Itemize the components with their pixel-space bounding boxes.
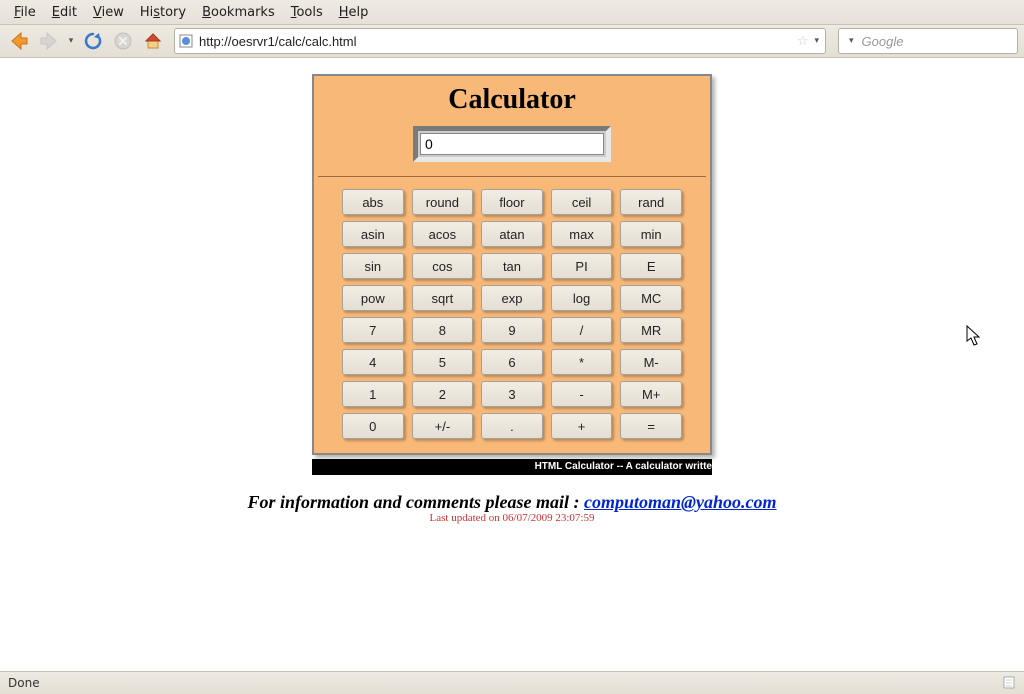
menu-history[interactable]: History bbox=[132, 3, 194, 22]
calc-key-[interactable]: +/- bbox=[412, 413, 474, 439]
menu-file[interactable]: File bbox=[6, 3, 44, 22]
menu-view[interactable]: View bbox=[85, 3, 132, 22]
calc-key-asin[interactable]: asin bbox=[342, 221, 404, 247]
last-updated: Last updated on 06/07/2009 23:07:59 bbox=[0, 512, 1024, 524]
url-input[interactable] bbox=[197, 33, 793, 50]
calc-key-1[interactable]: 1 bbox=[342, 381, 404, 407]
calc-key-e[interactable]: E bbox=[620, 253, 682, 279]
calc-key-sqrt[interactable]: sqrt bbox=[412, 285, 474, 311]
calc-key-min[interactable]: min bbox=[620, 221, 682, 247]
calc-key-tan[interactable]: tan bbox=[481, 253, 543, 279]
nav-history-dropdown[interactable]: ▾ bbox=[66, 28, 76, 54]
search-bar[interactable]: ▾ bbox=[838, 28, 1018, 54]
calculator-key-row: 456 * M- bbox=[342, 349, 682, 375]
stop-icon bbox=[114, 32, 132, 50]
menu-edit[interactable]: Edit bbox=[44, 3, 85, 22]
bookmark-star-icon[interactable]: ☆ bbox=[797, 34, 809, 49]
calculator-key-row: asin acos atanmaxmin bbox=[342, 221, 682, 247]
calc-key-cos[interactable]: cos bbox=[412, 253, 474, 279]
calculator-key-row: 0 +/-. + = bbox=[342, 413, 682, 439]
reload-button[interactable] bbox=[80, 28, 106, 54]
info-line: For information and comments please mail… bbox=[0, 492, 1024, 513]
calc-key-acos[interactable]: acos bbox=[412, 221, 474, 247]
calc-key-[interactable]: = bbox=[620, 413, 682, 439]
reload-icon bbox=[83, 31, 103, 51]
status-text: Done bbox=[8, 676, 40, 690]
calculator-key-row: powsqrtexplog MC bbox=[342, 285, 682, 311]
calculator-title: Calculator bbox=[314, 76, 710, 126]
calc-key-log[interactable]: log bbox=[551, 285, 613, 311]
menubar: File Edit View History Bookmarks Tools H… bbox=[0, 0, 1024, 25]
calc-key-[interactable]: - bbox=[551, 381, 613, 407]
calc-key-8[interactable]: 8 bbox=[412, 317, 474, 343]
calc-key-m[interactable]: M- bbox=[620, 349, 682, 375]
url-bar[interactable]: ☆ ▾ bbox=[174, 28, 826, 54]
calc-key-atan[interactable]: atan bbox=[481, 221, 543, 247]
calculator-panel: Calculator abs round floor ceil rand asin acos… bbox=[312, 74, 712, 455]
calculator-display-frame bbox=[413, 126, 611, 162]
calc-key-3[interactable]: 3 bbox=[481, 381, 543, 407]
info-prefix: For information and comments please mail… bbox=[247, 492, 584, 512]
calc-key-pi[interactable]: PI bbox=[551, 253, 613, 279]
back-arrow-icon bbox=[8, 30, 30, 52]
url-dropdown-icon[interactable]: ▾ bbox=[812, 36, 821, 46]
status-bar: Done bbox=[0, 671, 1024, 694]
calc-key-rand[interactable]: rand bbox=[620, 189, 682, 215]
menu-help[interactable]: Help bbox=[331, 3, 377, 22]
calc-key-0[interactable]: 0 bbox=[342, 413, 404, 439]
home-button[interactable] bbox=[140, 28, 166, 54]
calc-key-2[interactable]: 2 bbox=[412, 381, 474, 407]
calc-key-[interactable]: / bbox=[551, 317, 613, 343]
search-input[interactable] bbox=[860, 33, 1024, 50]
calc-key-mr[interactable]: MR bbox=[620, 317, 682, 343]
calc-key-4[interactable]: 4 bbox=[342, 349, 404, 375]
calc-key-ceil[interactable]: ceil bbox=[551, 189, 613, 215]
calc-key-exp[interactable]: exp bbox=[481, 285, 543, 311]
calc-key-6[interactable]: 6 bbox=[481, 349, 543, 375]
status-notepad-icon bbox=[1002, 675, 1016, 692]
back-button[interactable] bbox=[6, 28, 32, 54]
calculator-key-row: sincostan PI E bbox=[342, 253, 682, 279]
calc-key-[interactable]: . bbox=[481, 413, 543, 439]
calculator-divider bbox=[318, 176, 706, 177]
calc-key-m[interactable]: M+ bbox=[620, 381, 682, 407]
calculator-key-row: 123-M+ bbox=[342, 381, 682, 407]
calc-key-[interactable]: * bbox=[551, 349, 613, 375]
menu-tools[interactable]: Tools bbox=[283, 3, 331, 22]
info-email-link[interactable]: computoman@yahoo.com bbox=[584, 492, 776, 512]
forward-arrow-icon bbox=[38, 30, 60, 52]
calculator-key-row: abs round floor ceil rand bbox=[342, 189, 682, 215]
calc-key-7[interactable]: 7 bbox=[342, 317, 404, 343]
page-favicon-icon bbox=[179, 34, 193, 48]
calc-key-[interactable]: + bbox=[551, 413, 613, 439]
home-icon bbox=[143, 31, 163, 51]
calculator-key-row: 789 / MR bbox=[342, 317, 682, 343]
calc-key-floor[interactable]: floor bbox=[481, 189, 543, 215]
calc-key-max[interactable]: max bbox=[551, 221, 613, 247]
stop-button bbox=[110, 28, 136, 54]
calculator-keypad: abs round floor ceil rand asin acos atanmaxmin s… bbox=[314, 189, 710, 453]
forward-button bbox=[36, 28, 62, 54]
calc-key-sin[interactable]: sin bbox=[342, 253, 404, 279]
search-engine-dropdown[interactable]: ▾ bbox=[847, 36, 856, 46]
calc-key-mc[interactable]: MC bbox=[620, 285, 682, 311]
calculator-marquee: HTML Calculator -- A calculator writte bbox=[312, 459, 712, 475]
calc-key-9[interactable]: 9 bbox=[481, 317, 543, 343]
calculator-display[interactable] bbox=[420, 133, 604, 155]
calc-key-5[interactable]: 5 bbox=[412, 349, 474, 375]
page-content: Calculator abs round floor ceil rand asin acos… bbox=[0, 58, 1024, 670]
calc-key-round[interactable]: round bbox=[412, 189, 474, 215]
toolbar: ▾ ☆ ▾ ▾ bbox=[0, 25, 1024, 58]
calc-key-abs[interactable]: abs bbox=[342, 189, 404, 215]
calc-key-pow[interactable]: pow bbox=[342, 285, 404, 311]
menu-bookmarks[interactable]: Bookmarks bbox=[194, 3, 283, 22]
